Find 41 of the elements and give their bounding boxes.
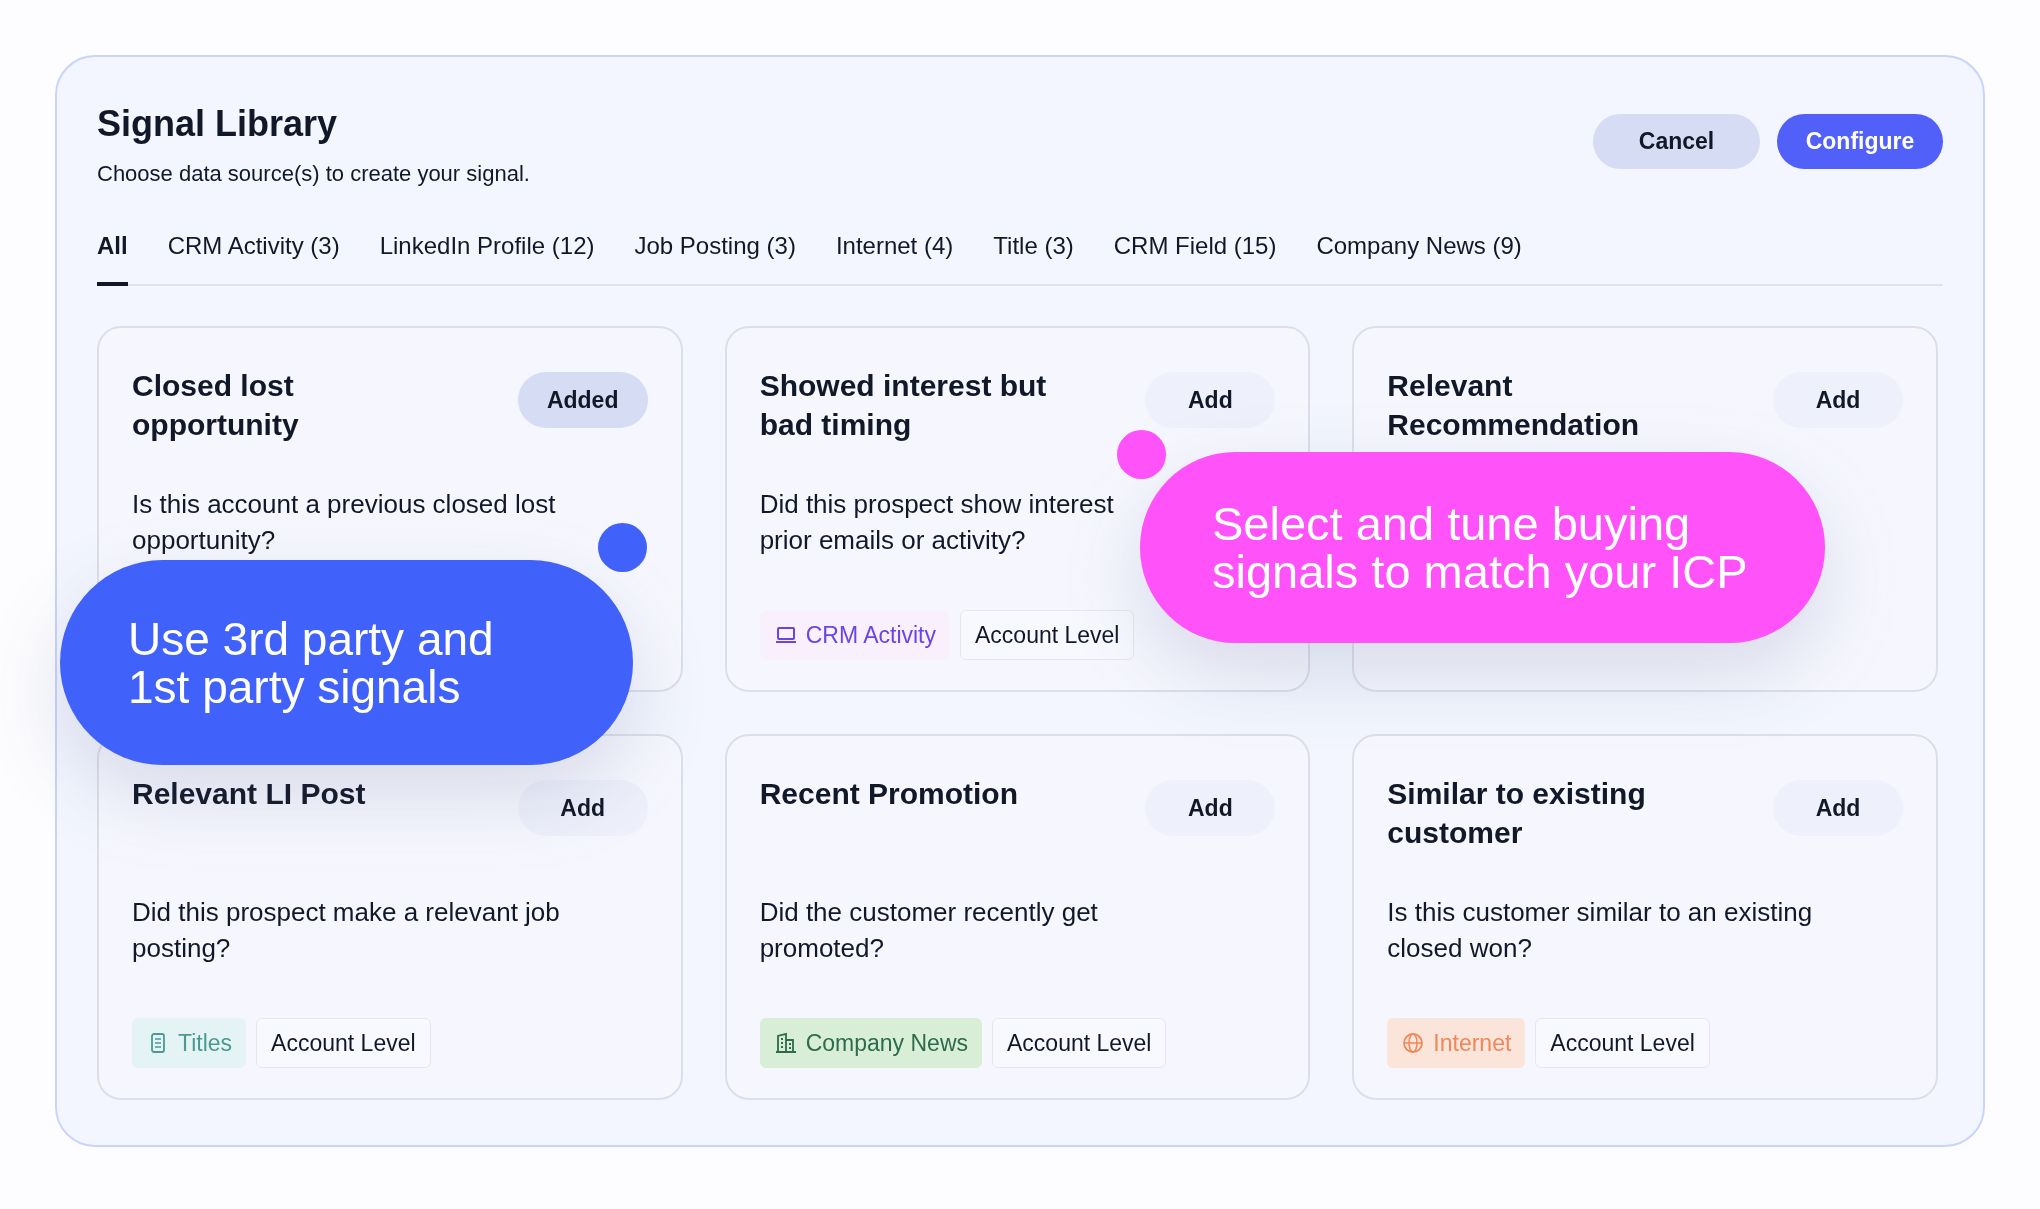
add-button[interactable]: Add: [1773, 780, 1903, 836]
card-description: Is this customer similar to an existing closed won?: [1387, 896, 1813, 965]
callout-bubble: Use 3rd party and 1st party signals: [60, 560, 633, 765]
tab[interactable]: CRM Activity (3): [167, 228, 340, 286]
tab[interactable]: Job Posting (3): [634, 228, 796, 286]
card-title: Closed lost opportunity: [132, 368, 300, 443]
add-button[interactable]: Add: [1773, 372, 1903, 428]
callout-bubble: Select and tune buying signals to match your ICP: [1140, 452, 1825, 643]
level-tag: Account Level: [1535, 1018, 1710, 1068]
dialog-title: Signal Library: [97, 102, 339, 146]
level-tag: Account Level: [992, 1018, 1167, 1068]
card-description: Did the customer recently get promoted?: [759, 896, 1098, 965]
cancel-button[interactable]: Cancel: [1593, 114, 1760, 169]
building-icon: [773, 1031, 798, 1055]
added-button[interactable]: Added: [517, 372, 648, 428]
card-title: Recent Promotion: [759, 776, 1019, 812]
add-button[interactable]: Add: [1145, 372, 1276, 428]
tab[interactable]: Company News (9): [1316, 228, 1522, 286]
card-title: Relevant Recommendation: [1387, 368, 1641, 443]
tab[interactable]: CRM Field (15): [1113, 228, 1277, 286]
card-description: Did this prospect show interest prior emails or activity?: [759, 488, 1114, 557]
card-description: Is this account a previous closed lost opportunity?: [132, 488, 556, 557]
source-tag: Company News: [759, 1018, 982, 1068]
card-title: Similar to existing customer: [1387, 776, 1647, 851]
level-tag: Account Level: [256, 1018, 431, 1068]
source-tag: CRM Activity: [759, 610, 950, 660]
add-button[interactable]: Add: [1145, 780, 1276, 836]
configure-button[interactable]: Configure: [1777, 114, 1943, 169]
dialog-subtitle: Choose data source(s) to create your signal.: [97, 160, 530, 188]
level-tag: Account Level: [960, 610, 1135, 660]
source-tag: Internet: [1387, 1018, 1526, 1068]
tab[interactable]: All: [97, 228, 128, 286]
tab[interactable]: Internet (4): [835, 228, 954, 286]
globe-icon: [1401, 1031, 1426, 1055]
card-title: Showed interest but bad timing: [759, 368, 1048, 443]
card-description: Did this prospect make a relevant job posting?: [132, 896, 560, 965]
tab[interactable]: LinkedIn Profile (12): [379, 228, 595, 286]
source-tag: Titles: [132, 1018, 247, 1068]
add-button[interactable]: Add: [517, 780, 648, 836]
tab[interactable]: Title (3): [993, 228, 1074, 286]
card-title: Relevant LI Post: [132, 776, 367, 812]
